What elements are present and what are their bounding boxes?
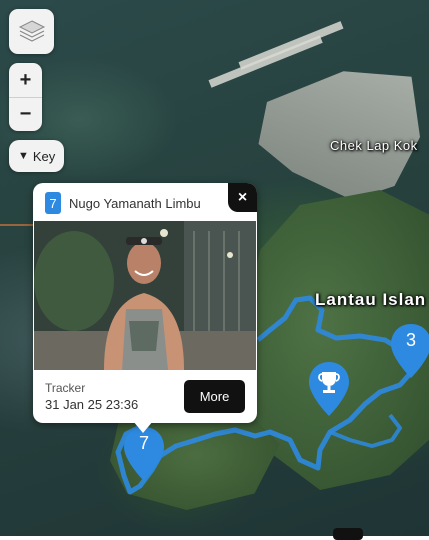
marker-number: 7 (138, 433, 149, 453)
runner-number-badge: 7 (45, 192, 61, 214)
more-button[interactable]: More (184, 380, 245, 413)
popup-tail (133, 421, 153, 433)
runner-marker-3[interactable]: 3 (389, 322, 429, 380)
runner-photo (34, 221, 256, 370)
marker-number: 3 (405, 330, 416, 350)
runner-name: Nugo Yamanath Limbu (69, 195, 201, 211)
place-label-lantau-island: Lantau Islan (315, 290, 427, 309)
triangle-down-icon: ▼ (18, 150, 29, 162)
runner-photo-image (34, 221, 256, 370)
route-path (329, 413, 402, 448)
zoom-in-button[interactable]: + (9, 63, 42, 97)
runner-marker-7[interactable]: 7 (122, 425, 166, 483)
zoom-controls: + − (9, 63, 42, 131)
layers-icon (18, 19, 45, 42)
finish-marker[interactable] (307, 360, 351, 418)
tracker-timestamp: 31 Jan 25 23:36 (45, 397, 139, 412)
place-label-chek-lap-kok: Chek Lap Kok (330, 138, 418, 153)
key-button[interactable]: ▼ Key (9, 140, 65, 172)
layers-button[interactable] (9, 9, 54, 54)
tracker-label: Tracker (45, 381, 86, 395)
key-label: Key (32, 148, 56, 164)
zoom-out-button[interactable]: − (9, 97, 42, 131)
popup-header: 7 Nugo Yamanath Limbu (45, 192, 201, 214)
close-button[interactable]: × (228, 183, 257, 212)
trophy-icon (309, 362, 349, 416)
map-attribution-chip (333, 528, 363, 540)
